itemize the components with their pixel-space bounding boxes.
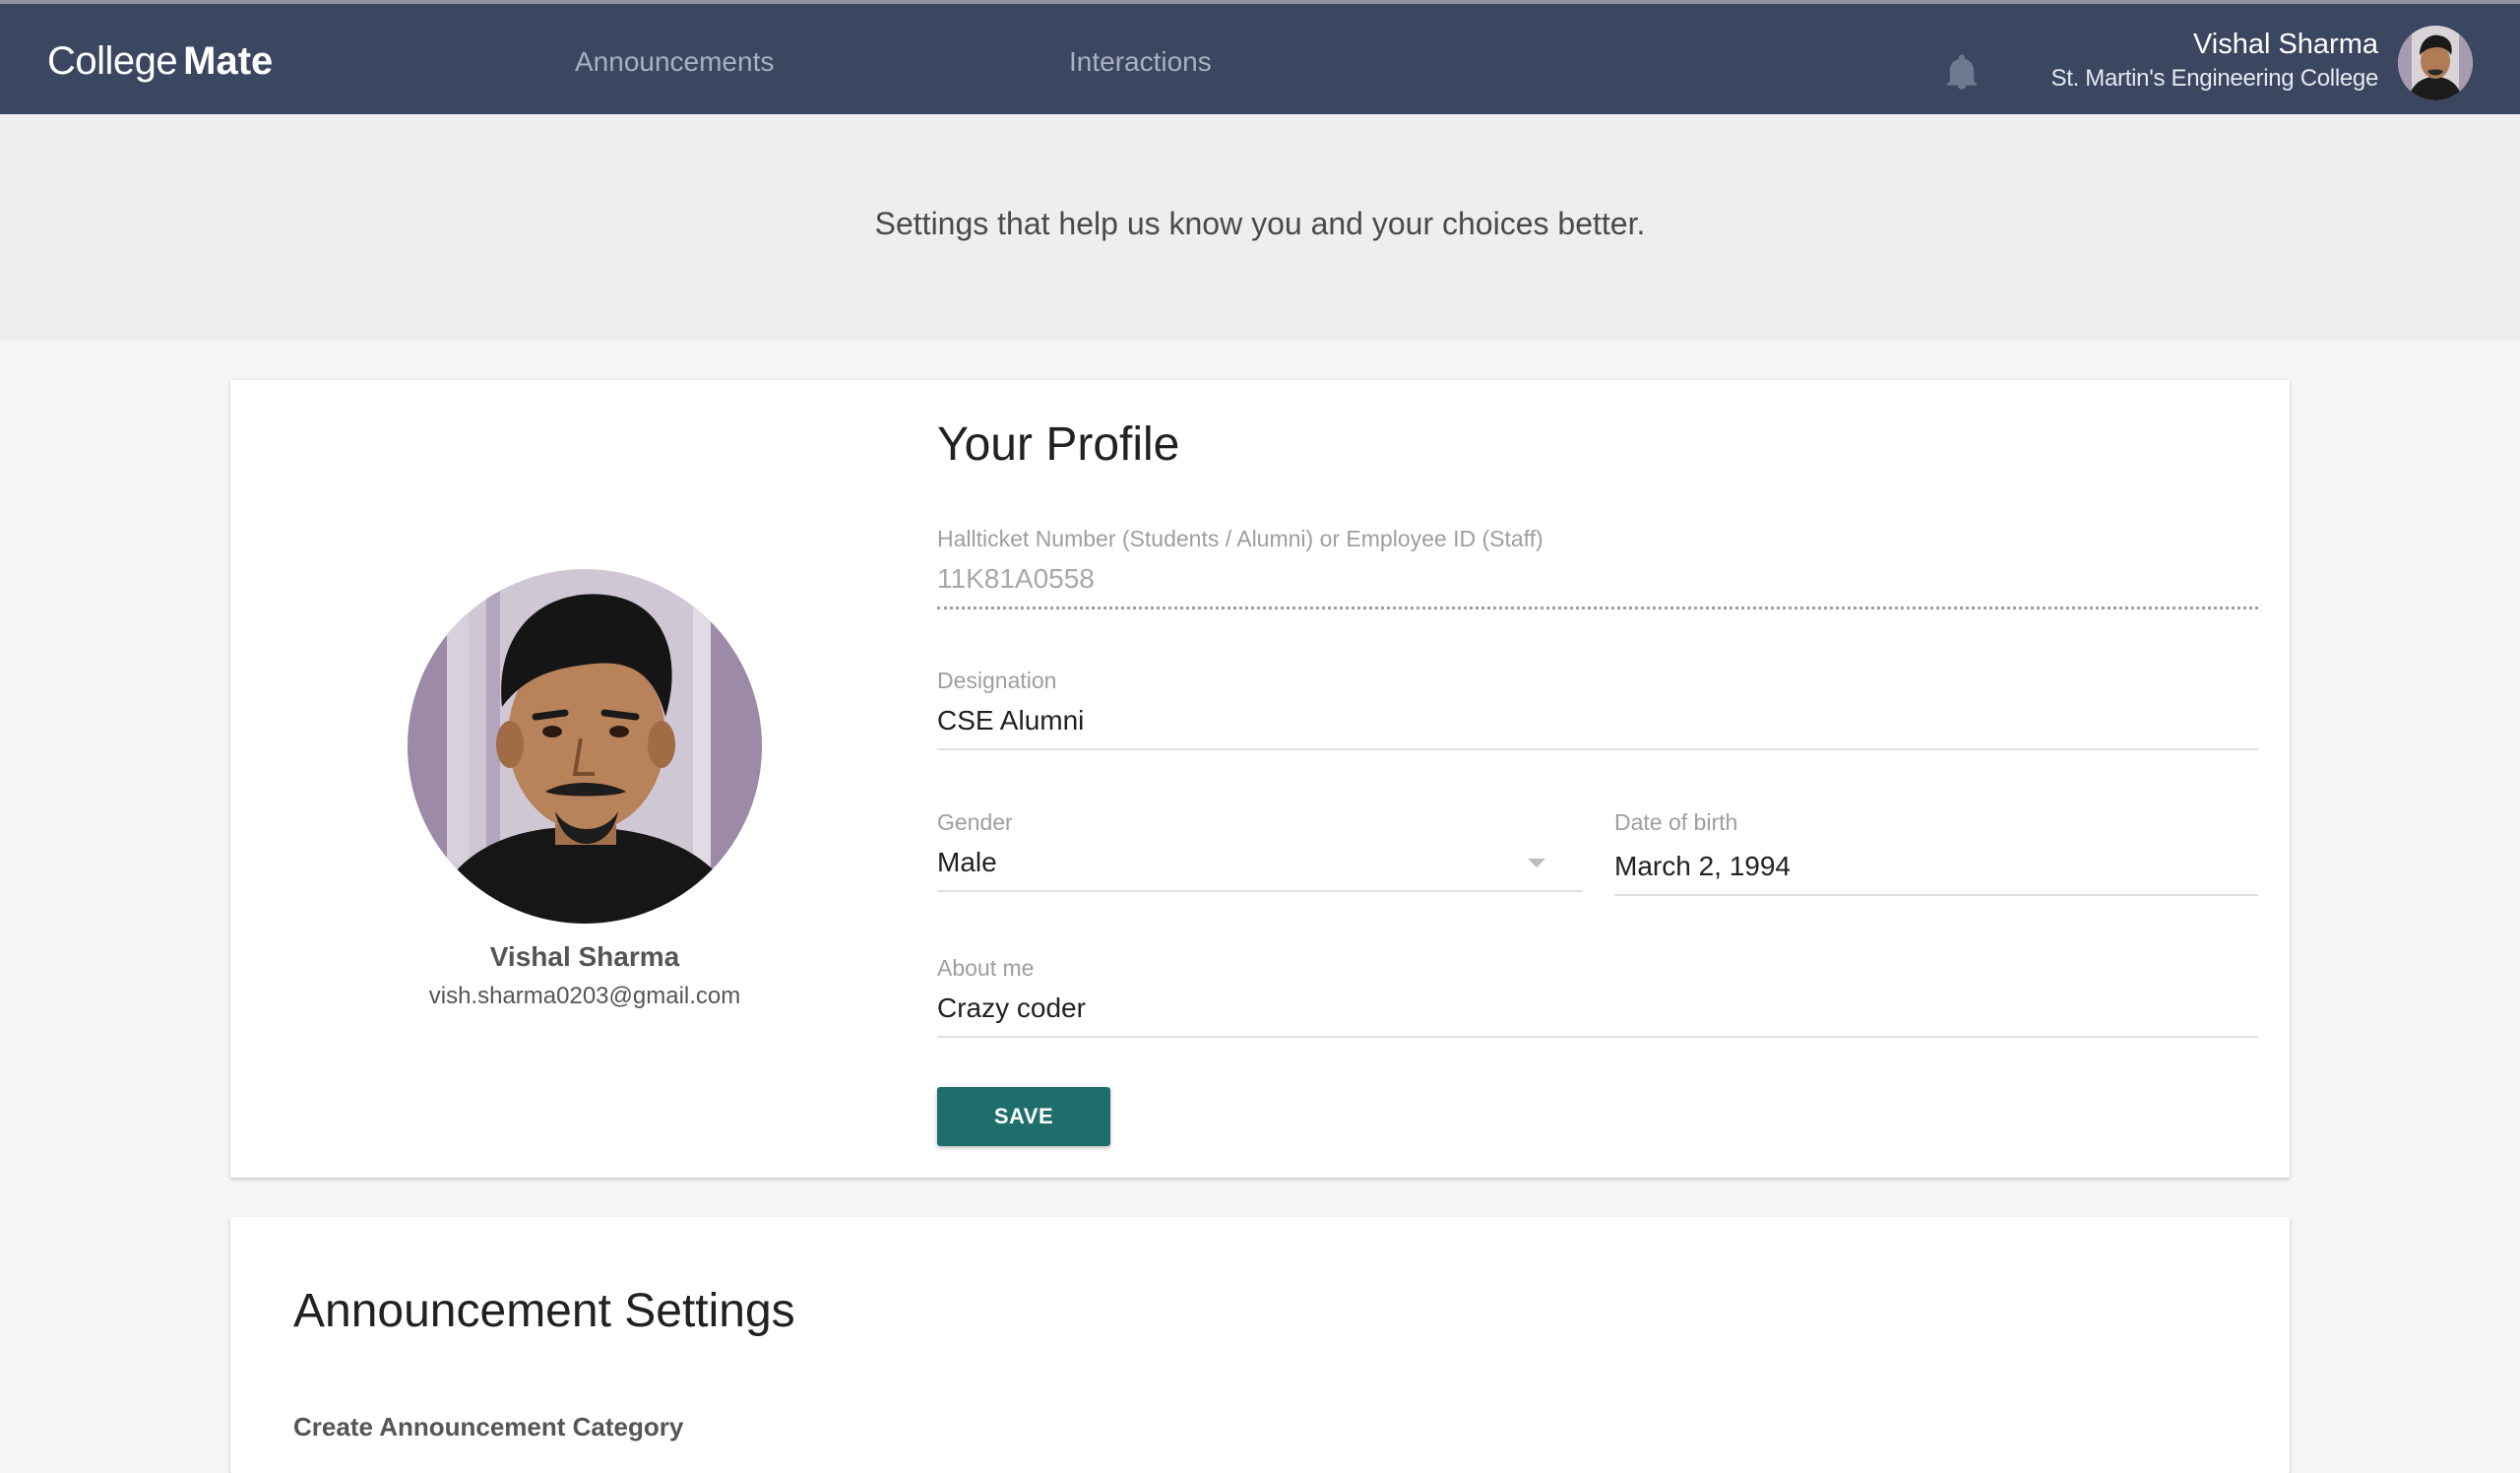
about-label: About me [937,955,1035,981]
dob-field: Date of birth [1614,807,2258,896]
profile-email: vish.sharma0203@gmail.com [428,983,741,1009]
gender-value: Male [937,837,1583,892]
hallticket-input [937,553,2258,609]
chevron-down-icon [1528,859,1545,867]
designation-field: Designation [937,666,2258,750]
profile-title: Your Profile [937,418,1180,471]
top-navbar: College Mate Announcements Interactions V… [0,0,2520,114]
about-field: About me [937,953,2258,1038]
gender-field: Gender Male [937,807,1583,892]
user-college: St. Martin's Engineering College [2050,65,2379,92]
designation-label: Designation [937,668,1057,693]
hallticket-field: Hallticket Number (Students / Alumni) or… [937,524,2258,609]
settings-banner: Settings that help us know you and your … [0,114,2520,341]
user-info[interactable]: Vishal Sharma St. Martin's Engineering C… [2051,26,2379,95]
dob-input[interactable] [1614,841,2258,896]
profile-name: Vishal Sharma [489,941,680,972]
nav-announcements[interactable]: Announcements [575,43,774,81]
profile-photo [408,569,762,924]
hallticket-label: Hallticket Number (Students / Alumni) or… [937,526,1544,551]
gender-select[interactable]: Male [937,837,1583,892]
gender-label: Gender [937,809,1013,835]
brand-logo[interactable]: College Mate [47,35,273,87]
about-input[interactable] [937,983,2258,1038]
dob-label: Date of birth [1614,809,1738,835]
save-button[interactable]: SAVE [937,1087,1110,1146]
user-name: Vishal Sharma [2192,29,2378,60]
bell-icon[interactable] [1945,53,1979,91]
nav-interactions[interactable]: Interactions [1069,43,1212,81]
designation-input[interactable] [937,695,2258,750]
banner-text: Settings that help us know you and your … [874,206,1646,241]
announcement-settings-title: Announcement Settings [293,1285,795,1337]
create-category-heading: Create Announcement Category [293,1412,684,1441]
avatar[interactable] [2398,26,2473,100]
brand-text-bold: Mate [183,39,274,83]
announcement-settings-card: Announcement Settings Create Announcemen… [230,1217,2290,1473]
profile-card: Vishal Sharma vish.sharma0203@gmail.com … [230,380,2290,1178]
brand-text-light: College [47,39,178,83]
